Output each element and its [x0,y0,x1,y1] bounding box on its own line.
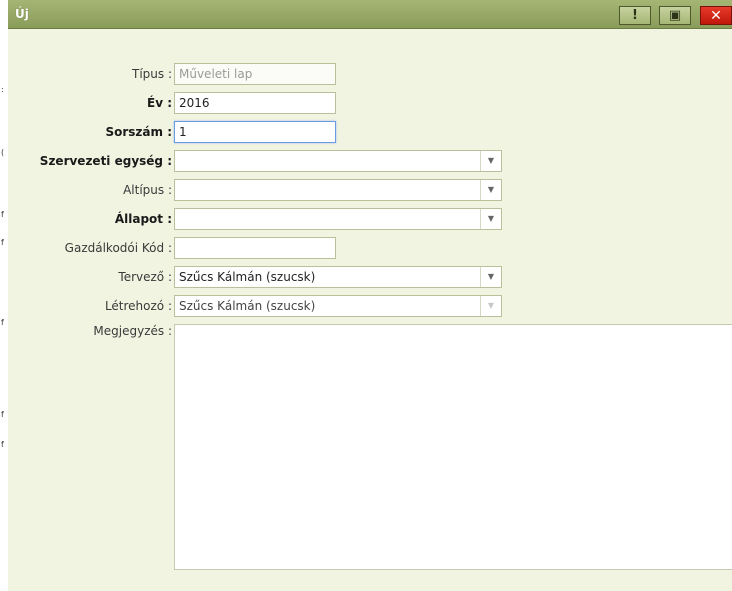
megjegyzes-textarea[interactable] [174,324,732,570]
field-row-allapot: Állapot : [8,208,172,230]
ev-label: Év : [147,96,172,110]
field-row-szervezeti-egyseg: Szervezeti egység : [8,150,172,172]
altipus-label: Altípus : [123,183,172,197]
field-row-letrehozo: Létrehozó : [8,295,172,317]
sorszam-field[interactable]: 1 [174,121,336,143]
dialog-titlebar[interactable]: Új ! ▣ ✕ [8,0,732,29]
close-icon: ✕ [710,7,722,24]
tervezo-select[interactable]: Szűcs Kálmán (szucsk) ▼ [174,266,502,288]
tipus-label: Típus : [132,67,172,81]
field-row-gazdalkodoi-kod: Gazdálkodói Kód : [8,237,172,259]
letrehozo-label: Létrehozó : [104,299,172,313]
chevron-down-icon[interactable]: ▼ [480,209,501,229]
new-record-dialog: Új ! ▣ ✕ Típus : Műveleti lap Év : 2016 … [8,0,732,591]
tervezo-label: Tervező : [118,270,172,284]
chevron-down-icon[interactable]: ▼ [480,267,501,287]
gazdalkodoi-kod-field[interactable] [174,237,336,259]
field-row-altipus: Altípus : [8,179,172,201]
field-row-megjegyzes: Megjegyzés : [8,320,172,342]
field-row-sorszam: Sorszám : [8,121,172,143]
chevron-down-icon[interactable]: ▼ [480,180,501,200]
background-text-fragment: f [1,440,4,449]
background-text-fragment: f [1,410,4,419]
field-row-ev: Év : [8,92,172,114]
exclamation-icon: ! [632,8,638,23]
sorszam-label: Sorszám : [105,125,172,139]
field-row-tervezo: Tervező : [8,266,172,288]
save-icon: ▣ [668,8,682,23]
chevron-down-icon[interactable]: ▼ [480,151,501,171]
close-button[interactable]: ✕ [700,6,732,25]
ev-field[interactable]: 2016 [174,92,336,114]
szervezeti-egyseg-select[interactable]: ▼ [174,150,502,172]
allapot-label: Állapot : [114,212,172,226]
letrehozo-value: Szűcs Kálmán (szucsk) [179,299,316,313]
field-row-tipus: Típus : [8,63,172,85]
szervezeti-egyseg-label: Szervezeti egység : [39,154,172,168]
gazdalkodoi-kod-label: Gazdálkodói Kód : [64,241,172,255]
dialog-title: Új [15,7,29,21]
allapot-select[interactable]: ▼ [174,208,502,230]
altipus-select[interactable]: ▼ [174,179,502,201]
save-button[interactable]: ▣ [659,6,691,25]
tervezo-value: Szűcs Kálmán (szucsk) [179,270,316,284]
megjegyzes-label: Megjegyzés : [93,324,172,338]
letrehozo-select: Szűcs Kálmán (szucsk) ▼ [174,295,502,317]
tipus-field: Műveleti lap [174,63,336,85]
chevron-down-icon: ▼ [480,296,501,316]
help-button[interactable]: ! [619,6,651,25]
